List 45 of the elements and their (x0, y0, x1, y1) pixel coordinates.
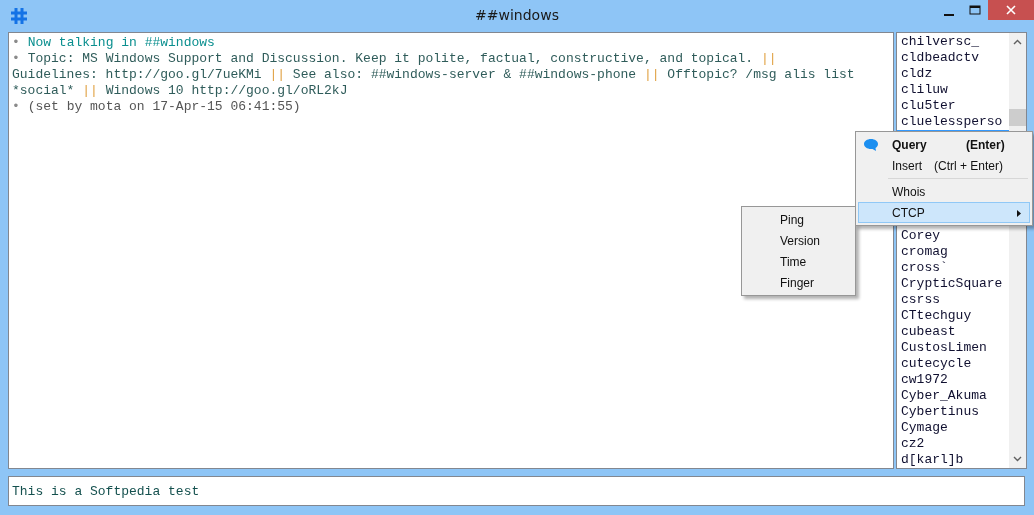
menu-item[interactable]: CTCP (858, 202, 1030, 223)
nickname[interactable]: Cybertinus (901, 404, 1009, 420)
nickname[interactable]: cutecycle (901, 356, 1009, 372)
hash-icon (10, 7, 28, 25)
menu-item[interactable]: Whois (858, 181, 1030, 202)
nickname[interactable]: Corey (901, 228, 1009, 244)
scroll-down-icon[interactable] (1013, 456, 1022, 462)
chat-line: *social* || Windows 10 http://goo.gl/oRL2kJ (12, 83, 349, 99)
minimize-icon (944, 14, 954, 16)
nickname[interactable]: Cymage (901, 420, 1009, 436)
nickname[interactable]: chilversc_ (901, 34, 1009, 50)
chat-line: • (set by mota on 17-Apr-15 06:41:55) (12, 99, 302, 115)
nickname[interactable]: cldz (901, 66, 1009, 82)
scroll-up-icon[interactable] (1013, 39, 1022, 45)
menu-item[interactable]: Query (Enter) (858, 134, 1030, 155)
nickname[interactable]: cubeast (901, 324, 1009, 340)
nickname[interactable]: cromag (901, 244, 1009, 260)
close-icon (1006, 5, 1016, 15)
nickname[interactable]: CustosLimen (901, 340, 1009, 356)
scroll-thumb[interactable] (1009, 109, 1026, 126)
nickname[interactable]: CrypticSquare (901, 276, 1009, 292)
nickname[interactable]: CTtechguy (901, 308, 1009, 324)
nickname[interactable]: cz2 (901, 436, 1009, 452)
menu-item[interactable]: Insert (Ctrl + Enter) (858, 155, 1030, 176)
nickname[interactable]: cross` (901, 260, 1009, 276)
chat-line: Guidelines: http://goo.gl/7ueKMi || See also: ##windows-server & ##windows-phone || Offtopic? /msg alis list (12, 67, 856, 83)
nickname[interactable]: Cyber_Akuma (901, 388, 1009, 404)
chat-line: • Now talking in ##windows (12, 35, 216, 51)
nickname[interactable]: csrss (901, 292, 1009, 308)
nickname[interactable]: d[karl]b (901, 452, 1009, 468)
menu-item[interactable]: Version (744, 230, 853, 251)
nickname[interactable]: cluelessperso (901, 114, 1009, 130)
chat-line: • Topic: MS Windows Support and Discussion. Keep it polite, factual, constructive, and topical. || (12, 51, 778, 67)
nickname[interactable]: cldbeadctv (901, 50, 1009, 66)
nickname[interactable]: cw1972 (901, 372, 1009, 388)
maximize-icon (969, 5, 981, 15)
nickname[interactable]: clu5ter (901, 98, 1009, 114)
menu-item[interactable]: Time (744, 251, 853, 272)
menu-item[interactable]: Ping (744, 209, 853, 230)
message-input[interactable]: This is a Softpedia test (8, 476, 1025, 506)
window-title: ##windows (475, 7, 559, 23)
submenu-arrow-icon (1017, 210, 1021, 217)
speech-bubble-icon (863, 138, 879, 152)
menu-item[interactable]: Finger (744, 272, 853, 293)
nickname[interactable]: cliluw (901, 82, 1009, 98)
